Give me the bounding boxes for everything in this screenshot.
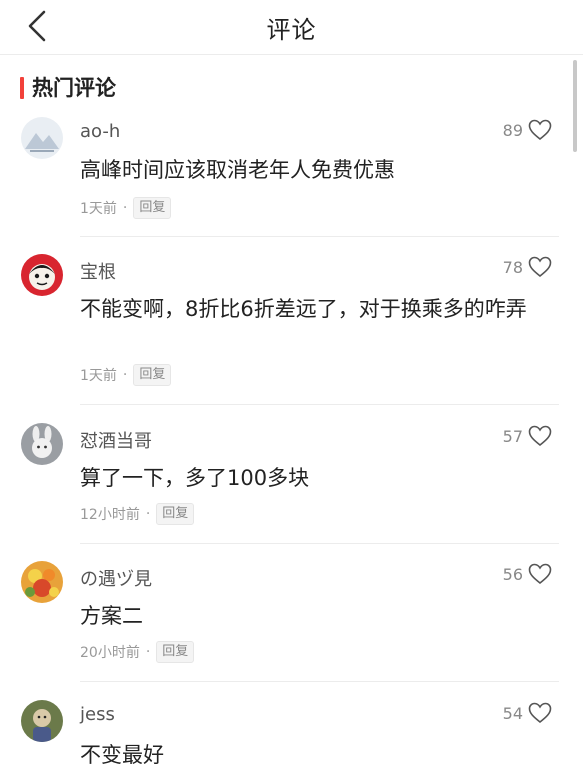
heart-icon[interactable] <box>527 254 553 280</box>
comment-meta: 1天前 · 回复 <box>80 197 172 221</box>
comment-time: 12小时前 <box>80 507 140 523</box>
comment-time: 20小时前 <box>80 645 140 661</box>
divider <box>80 681 559 682</box>
like-count: 89 <box>502 121 523 140</box>
rabbit-avatar-icon[interactable] <box>21 423 63 465</box>
comment-username[interactable]: jess <box>80 704 115 725</box>
doll-avatar-icon[interactable] <box>21 700 63 742</box>
reply-button[interactable]: 回复 <box>156 641 195 663</box>
flower-avatar-icon[interactable] <box>21 561 63 603</box>
like-count: 54 <box>502 704 523 723</box>
comment-meta: 1天前 · 回复 <box>80 364 172 388</box>
divider <box>80 404 559 405</box>
comment-text: 不变最好 <box>80 743 164 767</box>
comment-time: 1天前 <box>80 201 117 217</box>
top-bar: 评论 <box>0 0 583 55</box>
reply-button[interactable]: 回复 <box>156 503 195 525</box>
section-accent-bar <box>20 77 24 99</box>
comment-username[interactable]: 怼酒当哥 <box>80 427 152 453</box>
comment-text: 不能变啊，8折比6折差远了，对于换乘多的咋弄 <box>80 297 527 321</box>
comment-time: 1天前 <box>80 368 117 384</box>
divider <box>80 543 559 544</box>
heart-icon[interactable] <box>527 700 553 726</box>
reply-button[interactable]: 回复 <box>133 197 172 219</box>
like-count: 56 <box>502 565 523 584</box>
comment-meta: 12小时前 · 回复 <box>80 503 195 527</box>
divider <box>80 236 559 237</box>
comment-meta: 20小时前 · 回复 <box>80 641 195 665</box>
section-title: 热门评论 <box>32 76 116 100</box>
like-count: 78 <box>502 258 523 277</box>
page-title: 评论 <box>266 16 317 44</box>
heart-icon[interactable] <box>527 561 553 587</box>
comment-username[interactable]: の遇ヅ見 <box>80 565 152 591</box>
separator-dot: · <box>122 367 128 383</box>
like-count: 57 <box>502 427 523 446</box>
comment-username[interactable]: ao-h <box>80 121 120 142</box>
heart-icon[interactable] <box>527 423 553 449</box>
separator-dot: · <box>122 200 128 216</box>
comment-username[interactable]: 宝根 <box>80 258 116 284</box>
scrollbar[interactable] <box>573 60 577 152</box>
mountain-avatar-icon[interactable] <box>21 117 63 159</box>
reply-button[interactable]: 回复 <box>133 364 172 386</box>
separator-dot: · <box>145 506 151 522</box>
cartoon-face-avatar-icon[interactable] <box>21 254 63 296</box>
comment-text: 高峰时间应该取消老年人免费优惠 <box>80 158 395 182</box>
heart-icon[interactable] <box>527 117 553 143</box>
comment-text: 算了一下，多了100多块 <box>80 466 310 490</box>
separator-dot: · <box>145 644 151 660</box>
comment-text: 方案二 <box>80 604 143 628</box>
